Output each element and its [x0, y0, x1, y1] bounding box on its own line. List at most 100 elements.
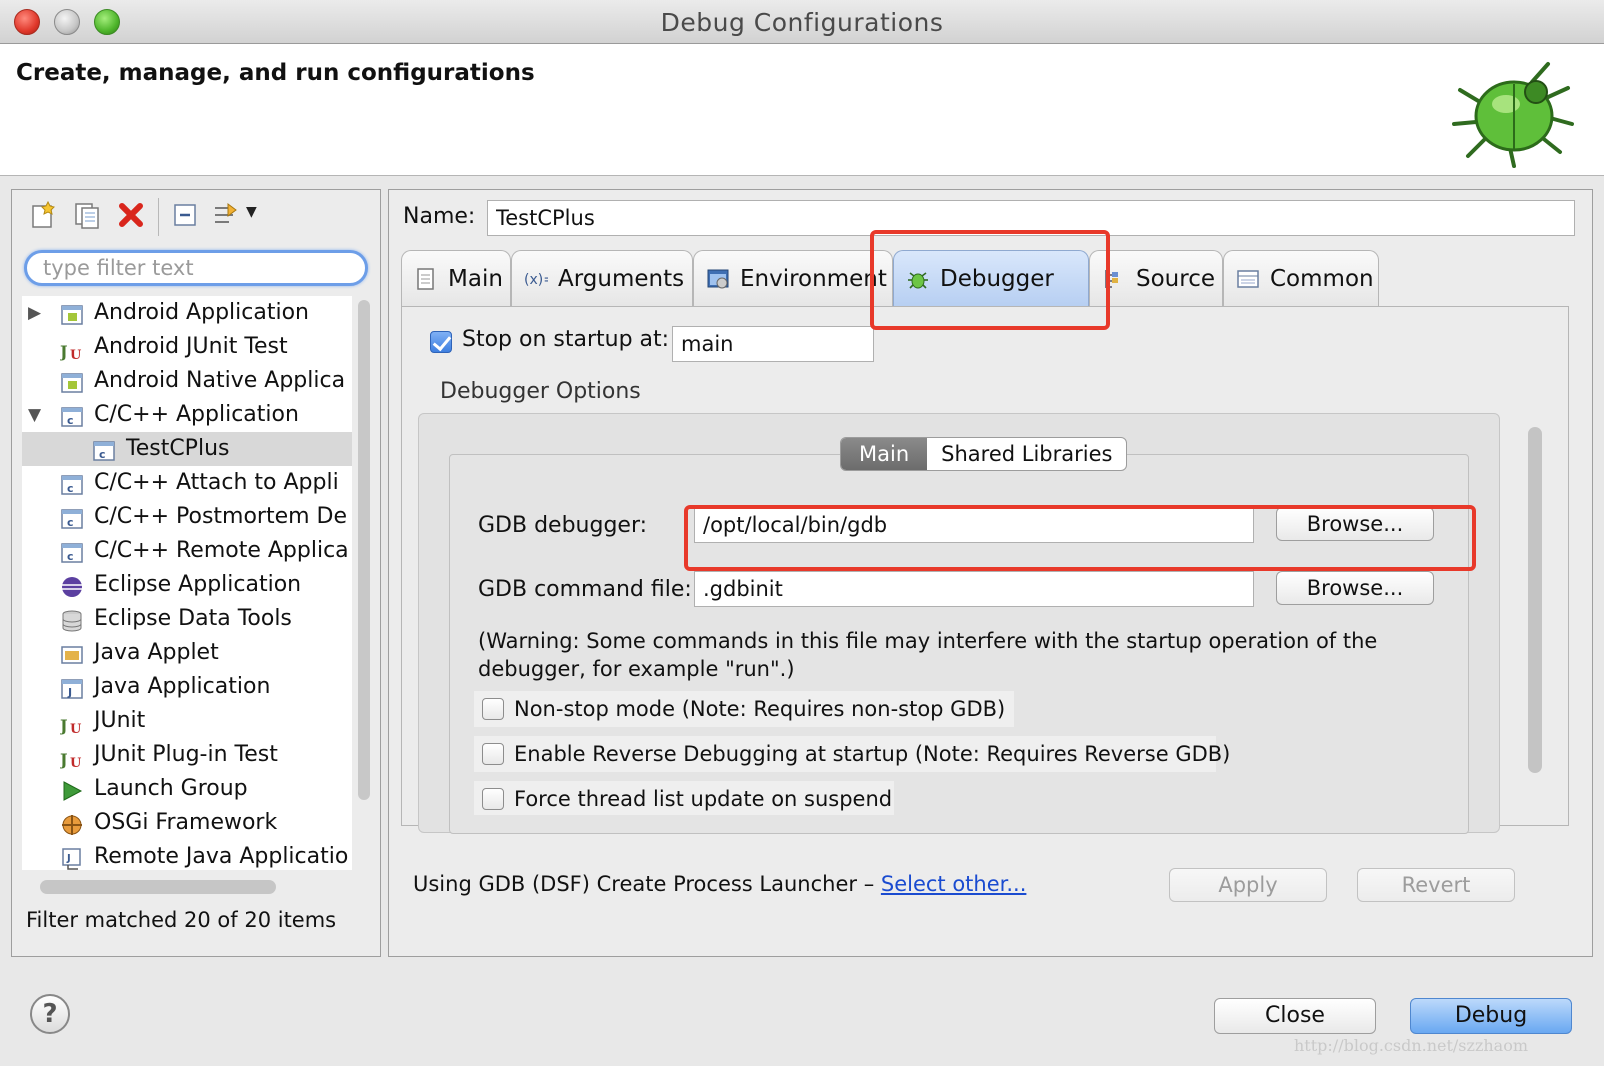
tree-item-label: Eclipse Application: [94, 572, 302, 597]
c-app-icon: c: [61, 475, 83, 495]
gdb-command-file-field[interactable]: [694, 571, 1254, 607]
tree-item[interactable]: J Java Application: [22, 670, 352, 704]
tree-item[interactable]: Android Native Applica: [22, 364, 352, 398]
delete-configuration-icon[interactable]: [116, 200, 146, 230]
banner-title: Create, manage, and run configurations: [16, 60, 535, 86]
svg-text:J: J: [60, 750, 68, 769]
tree-item[interactable]: c C/C++ Postmortem De: [22, 500, 352, 534]
tab-common[interactable]: Common: [1223, 250, 1379, 306]
tree-item[interactable]: J Remote Java Applicatio: [22, 840, 352, 870]
filter-configurations-icon[interactable]: [212, 200, 242, 230]
reverse-debugging-option[interactable]: Enable Reverse Debugging at startup (Not…: [474, 736, 1230, 772]
tree-item-label: Android JUnit Test: [94, 334, 288, 359]
c-app-icon: c: [61, 407, 83, 427]
java-app-icon: J: [61, 679, 83, 699]
tree-item-label: Android Application: [94, 300, 309, 325]
svg-text:J: J: [66, 853, 71, 864]
subtab-shared-libraries[interactable]: Shared Libraries: [927, 438, 1126, 470]
tree-item-label: C/C++ Remote Applica: [94, 538, 349, 563]
osgi-icon: [62, 815, 82, 835]
debug-button[interactable]: Debug: [1410, 998, 1572, 1034]
tree-horizontal-scrollbar[interactable]: [40, 880, 276, 894]
tree-item[interactable]: ▼ c C/C++ Application: [22, 398, 352, 432]
android-app-icon: [61, 305, 83, 325]
gdb-command-file-label: GDB command file:: [478, 577, 692, 602]
eclipse-icon: [62, 577, 82, 597]
non-stop-mode-checkbox[interactable]: [482, 698, 504, 720]
tree-item[interactable]: OSGi Framework: [22, 806, 352, 840]
c-app-icon: c: [61, 543, 83, 563]
expanded-arrow-icon[interactable]: ▼: [28, 398, 41, 432]
filter-dropdown-chevron-icon[interactable]: ▼: [246, 204, 257, 220]
debugger-tab-highlight: [870, 230, 1110, 330]
collapsed-arrow-icon[interactable]: ▶: [28, 296, 41, 330]
debugger-options-label: Debugger Options: [440, 379, 641, 404]
remote-java-icon: J: [62, 848, 81, 870]
tree-item-label: Remote Java Applicatio: [94, 844, 349, 869]
tab-environment[interactable]: Environment: [693, 250, 893, 306]
tree-item[interactable]: c TestCPlus: [22, 432, 352, 466]
stop-on-startup-checkbox[interactable]: [430, 331, 452, 353]
tree-item[interactable]: Java Applet: [22, 636, 352, 670]
configuration-list-panel: ▼ ▶Android ApplicationJUAndroid JUnit Te…: [11, 189, 381, 957]
header-banner: Create, manage, and run configurations: [0, 44, 1604, 176]
new-configuration-icon[interactable]: [28, 200, 58, 230]
tree-item-label: OSGi Framework: [94, 810, 278, 835]
svg-text:J: J: [60, 342, 68, 361]
svg-text:c: c: [67, 550, 74, 563]
gdb-debugger-highlight: [684, 505, 1476, 571]
tree-item-label: Java Application: [94, 674, 271, 699]
name-label: Name:: [403, 204, 476, 229]
tree-item[interactable]: c C/C++ Attach to Appli: [22, 466, 352, 500]
tree-item-label: TestCPlus: [126, 436, 230, 461]
svg-text:U: U: [70, 756, 82, 769]
filter-input[interactable]: [24, 250, 368, 286]
tree-item[interactable]: Eclipse Application: [22, 568, 352, 602]
launcher-text: Using GDB (DSF) Create Process Launcher …: [413, 872, 881, 896]
database-icon: [62, 610, 82, 632]
bug-logo-icon: [1452, 62, 1574, 168]
filter-status-text: Filter matched 20 of 20 items: [26, 908, 337, 932]
tree-item[interactable]: c C/C++ Remote Applica: [22, 534, 352, 568]
title-bar: Debug Configurations: [0, 0, 1604, 44]
debugger-options-group: Main Shared Libraries GDB debugger: Brow…: [418, 413, 1500, 834]
force-thread-list-checkbox[interactable]: [482, 788, 504, 810]
tab-content-vertical-scrollbar[interactable]: [1528, 427, 1542, 773]
launch-group-icon: [63, 781, 83, 801]
tree-item[interactable]: J U JUnit Plug-in Test: [22, 738, 352, 772]
tree-item-label: C/C++ Application: [94, 402, 299, 427]
svg-text:(x)=: (x)=: [524, 272, 548, 288]
junit-icon: JU: [60, 342, 82, 361]
close-button[interactable]: Close: [1214, 998, 1376, 1034]
android-app-icon: [61, 373, 83, 393]
tree-item[interactable]: Eclipse Data Tools: [22, 602, 352, 636]
select-other-link[interactable]: Select other...: [881, 872, 1027, 896]
tree-item[interactable]: J U JUnit: [22, 704, 352, 738]
non-stop-mode-label: Non-stop mode (Note: Requires non-stop G…: [514, 697, 1006, 721]
collapse-all-icon[interactable]: [170, 200, 200, 230]
revert-button[interactable]: Revert: [1357, 868, 1515, 902]
help-icon[interactable]: ?: [30, 994, 70, 1034]
subtab-main[interactable]: Main: [841, 438, 928, 470]
apply-button[interactable]: Apply: [1169, 868, 1327, 902]
non-stop-mode-option[interactable]: Non-stop mode (Note: Requires non-stop G…: [474, 691, 1014, 727]
tree-item[interactable]: J U Android JUnit Test: [22, 330, 352, 364]
tree-item[interactable]: ▶ Android Application: [22, 296, 352, 330]
reverse-debugging-checkbox[interactable]: [482, 743, 504, 765]
tab-arguments[interactable]: (x)= Arguments: [511, 250, 693, 306]
duplicate-configuration-icon[interactable]: [72, 200, 102, 230]
tree-item-label: Launch Group: [94, 776, 248, 801]
launcher-info: Using GDB (DSF) Create Process Launcher …: [413, 872, 1026, 896]
tree-item[interactable]: Launch Group: [22, 772, 352, 806]
main-tab-icon: [417, 268, 434, 290]
force-thread-list-label: Force thread list update on suspend: [514, 787, 893, 811]
tab-main[interactable]: Main: [401, 250, 511, 306]
junit-icon: JU: [60, 716, 82, 735]
stop-on-startup-field[interactable]: [672, 326, 874, 362]
force-thread-list-option[interactable]: Force thread list update on suspend: [474, 781, 894, 815]
tree-item-label: Java Applet: [94, 640, 219, 665]
junit-icon: JU: [60, 750, 82, 769]
svg-text:J: J: [60, 716, 68, 735]
gdb-command-file-browse-button[interactable]: Browse...: [1276, 571, 1434, 605]
tree-vertical-scrollbar[interactable]: [358, 300, 370, 800]
